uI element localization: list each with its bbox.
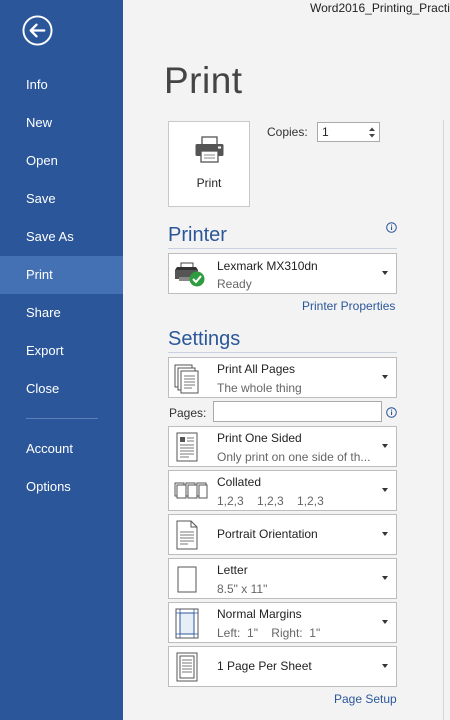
- printer-icon: [195, 136, 224, 163]
- print-button-label: Print: [196, 176, 222, 190]
- sidebar-item-options[interactable]: Options: [0, 468, 123, 506]
- sides-title: Print One Sided: [217, 431, 302, 445]
- sidebar-item-info[interactable]: Info: [0, 66, 123, 104]
- paper-size-icon: [177, 566, 197, 593]
- print-range-title: Print All Pages: [217, 362, 296, 376]
- chevron-down-icon: [382, 488, 388, 492]
- portrait-icon: [176, 520, 198, 550]
- document-title: Word2016_Printing_Practice: [310, 1, 450, 15]
- margins-subtitle: Left: 1" Right: 1": [217, 626, 321, 640]
- print-range-subtitle: The whole thing: [217, 381, 302, 395]
- collation-dropdown[interactable]: Collated 1,2,3 1,2,3 1,2,3: [168, 470, 397, 511]
- margins-icon: [175, 608, 199, 639]
- printer-name: Lexmark MX310dn: [217, 259, 318, 273]
- preview-divider: [443, 120, 444, 720]
- chevron-down-icon: [382, 576, 388, 580]
- sidebar-item-new[interactable]: New: [0, 104, 123, 142]
- printer-ready-icon: [175, 262, 205, 287]
- print-button[interactable]: Print: [168, 121, 250, 207]
- margins-title: Normal Margins: [217, 607, 302, 621]
- collation-subtitle: 1,2,3 1,2,3 1,2,3: [217, 494, 324, 508]
- chevron-down-icon: [382, 271, 388, 275]
- backstage-sidebar: Info New Open Save Save As Print Share E…: [0, 0, 123, 720]
- sidebar-item-export[interactable]: Export: [0, 332, 123, 370]
- collated-icon: [174, 482, 208, 499]
- sidebar-item-account[interactable]: Account: [0, 430, 123, 468]
- paper-size-dropdown[interactable]: Letter 8.5" x 11": [168, 558, 397, 599]
- sidebar-divider: [26, 418, 98, 419]
- sidebar-item-close[interactable]: Close: [0, 370, 123, 408]
- printer-status: Ready: [217, 277, 252, 291]
- sides-subtitle: Only print on one side of th...: [217, 450, 371, 464]
- sidebar-item-share[interactable]: Share: [0, 294, 123, 332]
- pages-per-sheet-icon: [176, 652, 198, 682]
- pages-per-sheet-dropdown[interactable]: 1 Page Per Sheet: [168, 646, 397, 687]
- settings-heading: Settings: [168, 328, 241, 350]
- chevron-down-icon: [382, 664, 388, 668]
- paper-size-subtitle: 8.5" x 11": [217, 582, 268, 596]
- page-setup-link[interactable]: Page Setup: [334, 692, 397, 706]
- margins-dropdown[interactable]: Normal Margins Left: 1" Right: 1": [168, 602, 397, 643]
- chevron-down-icon: [382, 620, 388, 624]
- chevron-down-icon: [382, 375, 388, 379]
- printer-dropdown[interactable]: Lexmark MX310dn Ready: [168, 253, 397, 294]
- sides-dropdown[interactable]: Print One Sided Only print on one side o…: [168, 426, 397, 467]
- orientation-dropdown[interactable]: Portrait Orientation: [168, 514, 397, 555]
- printer-heading: Printer: [168, 224, 227, 246]
- sidebar-item-open[interactable]: Open: [0, 142, 123, 180]
- info-icon[interactable]: [386, 407, 397, 418]
- sidebar-item-print[interactable]: Print: [0, 256, 123, 294]
- collation-title: Collated: [217, 475, 262, 489]
- chevron-down-icon: [382, 532, 388, 536]
- back-arrow-icon[interactable]: [22, 15, 53, 46]
- settings-heading-rule: [168, 352, 397, 353]
- print-range-dropdown[interactable]: Print All Pages The whole thing: [168, 357, 397, 398]
- paper-size-title: Letter: [217, 563, 248, 577]
- copies-stepper[interactable]: 1: [317, 122, 380, 142]
- pages-per-sheet-title: 1 Page Per Sheet: [217, 659, 312, 673]
- copies-value: 1: [322, 125, 329, 139]
- copies-label: Copies:: [267, 125, 308, 139]
- sidebar-item-save[interactable]: Save: [0, 180, 123, 218]
- pages-input[interactable]: [213, 401, 382, 422]
- one-sided-icon: [176, 432, 198, 462]
- pages-label: Pages:: [169, 406, 207, 420]
- pages-stack-icon: [174, 364, 199, 394]
- chevron-down-icon: [382, 444, 388, 448]
- printer-heading-rule: [168, 248, 397, 249]
- orientation-title: Portrait Orientation: [217, 527, 318, 541]
- info-icon[interactable]: [386, 222, 397, 233]
- stepper-arrows-icon[interactable]: [368, 125, 376, 140]
- printer-properties-link[interactable]: Printer Properties: [302, 299, 395, 313]
- sidebar-item-save-as[interactable]: Save As: [0, 218, 123, 256]
- page-title: Print: [164, 60, 243, 101]
